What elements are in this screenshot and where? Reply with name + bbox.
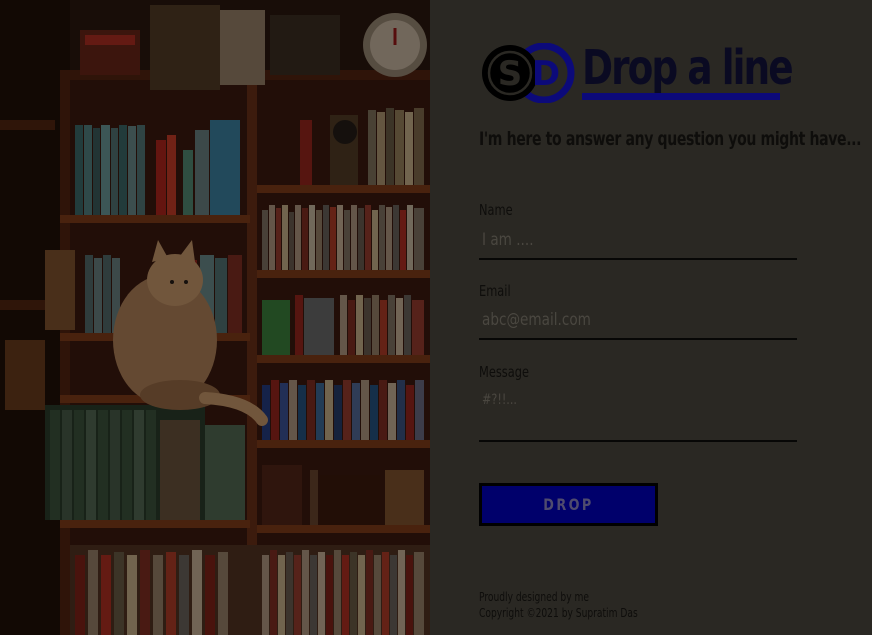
contact-page: S D Drop a line I'm here to answer any q… (0, 0, 872, 635)
footer-credit: Proudly designed by me (479, 590, 590, 604)
name-placeholder: I am .... (482, 230, 534, 250)
drop-button-label: DROP (543, 495, 594, 514)
footer-copyright: Copyright ©2021 by Supratim Das (479, 606, 638, 620)
email-label: Email (479, 282, 511, 300)
name-label: Name (479, 201, 513, 219)
contact-panel: S D Drop a line I'm here to answer any q… (430, 0, 872, 635)
bookshelf-artwork (0, 0, 430, 635)
sd-monogram-icon: S D (482, 43, 575, 103)
svg-text:D: D (532, 54, 560, 94)
page-footer: Proudly designed by me Copyright ©2021 b… (479, 589, 638, 621)
message-textarea[interactable]: #?!!... (479, 392, 797, 442)
email-input[interactable]: abc@email.com (479, 310, 797, 340)
message-label: Message (479, 363, 529, 381)
title-underline (582, 93, 780, 100)
svg-text:S: S (498, 54, 523, 94)
bookshelf-illustration (0, 0, 430, 635)
email-placeholder: abc@email.com (482, 310, 591, 330)
drop-button[interactable]: DROP (479, 483, 658, 526)
message-placeholder: #?!!... (482, 392, 517, 408)
page-tagline: I'm here to answer any question you migh… (479, 128, 862, 150)
name-input[interactable]: I am .... (479, 230, 797, 260)
page-title: Drop a line (582, 40, 794, 96)
